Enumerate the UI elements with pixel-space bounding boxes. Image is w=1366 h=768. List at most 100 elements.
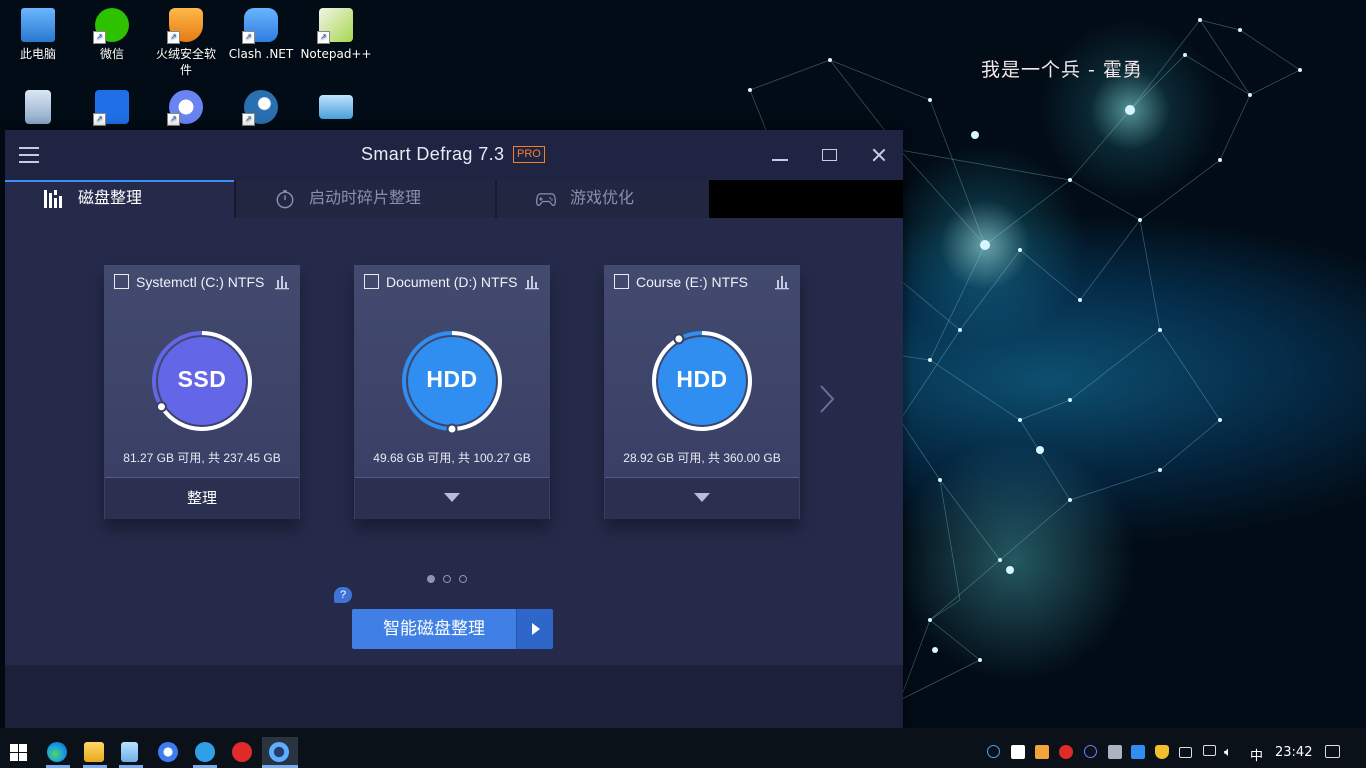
tab-disk-defrag[interactable]: 磁盘整理 bbox=[5, 180, 234, 218]
drive-type: SSD bbox=[177, 366, 227, 392]
desktop-icon-this-pc[interactable]: 此电脑 bbox=[0, 8, 76, 62]
aliyun-tray-icon[interactable] bbox=[1084, 745, 1097, 758]
notepad-plus-icon: ↗ bbox=[317, 8, 353, 44]
drive-options-dropdown[interactable] bbox=[355, 478, 549, 519]
usage-ring-knob bbox=[673, 333, 685, 345]
drive-card-body: Course (E:) NTFS HDD 28.92 GB 可用, 共 360.… bbox=[604, 265, 800, 477]
help-icon[interactable]: ? bbox=[334, 587, 352, 603]
drive-name: Systemctl (C:) NTFS bbox=[136, 274, 265, 290]
page-dot[interactable] bbox=[427, 575, 435, 583]
tab-label: 游戏优化 bbox=[570, 190, 635, 207]
tencent-meeting-icon: ↗ bbox=[93, 90, 129, 126]
drive-checkbox[interactable] bbox=[364, 274, 379, 289]
aliyun-drive-icon: ↗ bbox=[167, 90, 203, 126]
drive-card: Systemctl (C:) NTFS SSD 81.27 GB 可用, 共 2… bbox=[104, 265, 300, 519]
bar-chart-icon[interactable] bbox=[774, 274, 790, 290]
usb-device-icon[interactable] bbox=[1108, 745, 1122, 759]
security-shield-icon[interactable] bbox=[1155, 745, 1169, 759]
desktop-icon-tencent-meeting[interactable]: ↗ bbox=[74, 90, 150, 128]
huorong-tray-icon[interactable] bbox=[1035, 745, 1049, 759]
smart-defrag-button[interactable]: 智能磁盘整理 bbox=[352, 609, 516, 649]
gamepad-icon bbox=[536, 193, 556, 206]
netease-tray-icon[interactable] bbox=[1059, 745, 1073, 759]
wallpaper-caption: 我是一个兵 - 霍勇 bbox=[981, 59, 1143, 81]
desktop-icon-steam[interactable]: ↗ bbox=[223, 90, 299, 128]
network-icon[interactable] bbox=[1203, 745, 1216, 756]
edge-icon[interactable] bbox=[47, 742, 67, 762]
boot-timer-icon bbox=[276, 190, 294, 209]
desktop-icon-huorong[interactable]: ↗ 火绒安全软件 bbox=[148, 8, 224, 78]
notification-center-icon[interactable] bbox=[1325, 745, 1340, 758]
drive-checkbox[interactable] bbox=[114, 274, 129, 289]
taskbar-edge bbox=[0, 728, 1366, 737]
drive-card-footer bbox=[355, 477, 549, 519]
huorong-shield-icon: ↗ bbox=[167, 8, 203, 44]
drive-card-body: Systemctl (C:) NTFS SSD 81.27 GB 可用, 共 2… bbox=[104, 265, 300, 477]
drive-usage: 81.27 GB 可用, 共 237.45 GB bbox=[123, 451, 281, 465]
drive-card-body: Document (D:) NTFS HDD 49.68 GB 可用, 共 10… bbox=[354, 265, 550, 477]
maximize-button[interactable] bbox=[816, 142, 842, 168]
network-globe-icon[interactable] bbox=[987, 745, 1000, 758]
file-explorer-icon[interactable] bbox=[84, 742, 104, 762]
hdd-disk-gauge: HDD bbox=[400, 329, 504, 435]
desktop-icon-label: 火绒安全软件 bbox=[155, 47, 216, 77]
clash-cat-icon: ↗ bbox=[242, 8, 278, 44]
notepad-icon[interactable] bbox=[121, 742, 138, 762]
desktop-icon-clash[interactable]: ↗ Clash .NET bbox=[223, 8, 299, 62]
usage-ring-knob bbox=[155, 401, 167, 413]
battery-icon[interactable] bbox=[1179, 747, 1192, 758]
defrag-drive-button[interactable]: 整理 bbox=[105, 478, 299, 519]
tab-label: 磁盘整理 bbox=[78, 190, 143, 207]
tab-bar-filler bbox=[709, 180, 903, 218]
desktop-icon-wechat[interactable]: ↗ 微信 bbox=[74, 8, 150, 62]
smart-defrag-icon[interactable] bbox=[269, 742, 289, 762]
hamburger-menu-icon[interactable] bbox=[19, 147, 39, 163]
recycle-bin-icon bbox=[25, 90, 51, 124]
page-indicator bbox=[426, 575, 476, 585]
close-button[interactable] bbox=[866, 142, 892, 168]
windows-start-icon[interactable] bbox=[10, 744, 27, 761]
desktop-icon-recycle-bin[interactable] bbox=[0, 90, 76, 128]
chevron-right-icon[interactable] bbox=[817, 383, 837, 415]
ime-indicator[interactable]: 中 bbox=[1250, 745, 1263, 764]
desktop-icon-aliyun-drive[interactable]: ↗ bbox=[148, 90, 224, 128]
drive-usage: 49.68 GB 可用, 共 100.27 GB bbox=[373, 451, 531, 465]
aliyun-icon[interactable] bbox=[195, 742, 215, 762]
drive-checkbox[interactable] bbox=[614, 274, 629, 289]
caret-down-icon bbox=[444, 493, 460, 502]
desktop-icon-label: 此电脑 bbox=[19, 47, 56, 61]
volume-icon[interactable]: 🔈︎ bbox=[1224, 745, 1232, 760]
ssd-disk-gauge: SSD bbox=[150, 329, 254, 433]
drive-card-footer bbox=[605, 477, 799, 519]
netease-music-icon[interactable] bbox=[232, 742, 252, 762]
drive-type: HDD bbox=[426, 366, 478, 392]
drive-card: Course (E:) NTFS HDD 28.92 GB 可用, 共 360.… bbox=[604, 265, 800, 519]
drive-name: Course (E:) NTFS bbox=[636, 274, 749, 290]
chrome-icon[interactable] bbox=[158, 742, 178, 762]
desktop-icon-label: 微信 bbox=[99, 47, 124, 61]
drive-options-dropdown[interactable] bbox=[605, 478, 799, 519]
caret-down-icon bbox=[694, 493, 710, 502]
clock[interactable]: 23:42 bbox=[1275, 745, 1312, 760]
steam-icon: ↗ bbox=[242, 90, 278, 126]
drive-card-footer: 整理 bbox=[105, 477, 299, 519]
desktop-icon-notepadpp[interactable]: ↗ Notepad++ bbox=[298, 8, 374, 62]
hdd-disk-gauge: HDD bbox=[650, 329, 754, 433]
tab-boot-time-defrag[interactable]: 启动时碎片整理 bbox=[236, 180, 495, 218]
page-dot[interactable] bbox=[443, 575, 451, 583]
status-footer bbox=[5, 665, 903, 728]
title-bar: Smart Defrag 7.3 PRO bbox=[5, 130, 903, 180]
bar-chart-icon[interactable] bbox=[274, 274, 290, 290]
cloud-sync-icon[interactable] bbox=[1131, 745, 1145, 759]
bar-chart-icon[interactable] bbox=[524, 274, 540, 290]
app-title: Smart Defrag 7.3 bbox=[361, 144, 505, 164]
tab-game-optimize[interactable]: 游戏优化 bbox=[497, 180, 709, 218]
panda-app-icon[interactable] bbox=[1011, 745, 1025, 759]
page-dot[interactable] bbox=[459, 575, 467, 583]
play-arrow-icon[interactable] bbox=[516, 609, 553, 649]
minimize-button[interactable] bbox=[767, 142, 793, 168]
tab-label: 启动时碎片整理 bbox=[309, 190, 422, 207]
drive-usage: 28.92 GB 可用, 共 360.00 GB bbox=[623, 451, 781, 465]
desktop-icon-control-panel[interactable] bbox=[298, 90, 374, 123]
drive-card: Document (D:) NTFS HDD 49.68 GB 可用, 共 10… bbox=[354, 265, 550, 519]
